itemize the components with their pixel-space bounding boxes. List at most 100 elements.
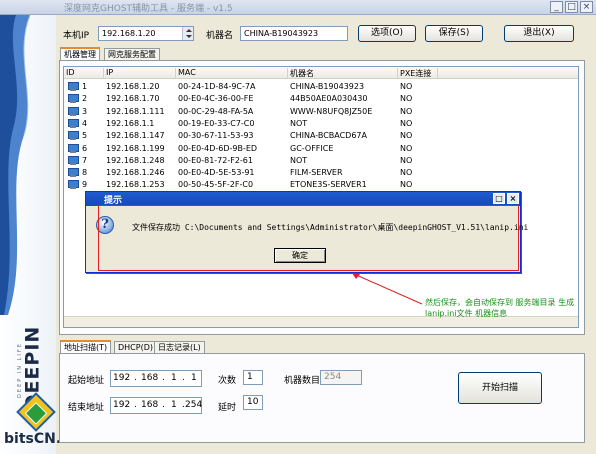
cell-ip: 192.168.1.246 [106,168,165,178]
table-row[interactable]: 8 192.168.1.246 00-E0-4D-5E-53-91 FILM-SERV… [64,167,578,179]
cell-mac: 00-30-67-11-53-93 [178,131,254,141]
cell-ip: 192.168.1.253 [106,180,165,190]
cell-id: 3 [82,106,88,116]
cell-id: 6 [82,143,88,153]
table-row[interactable]: 2 192.168.1.70 00-E0-4C-36-00-FE 44B50AE0A0… [64,93,578,105]
table-row[interactable]: 4 192.168.1.1 00-19-E0-33-C7-C0 NOT NO [64,118,578,130]
close-button[interactable]: × [580,1,593,13]
end-ip-octet-4: 254 [185,400,203,410]
exit-button[interactable]: 退出(X) [504,25,574,42]
annotation-line-1: 然后保存，会自动保存到 服务端目录 生成 [425,298,575,307]
computer-icon [67,155,79,165]
side-banner: DEEPIN DEEP IN LIFE [0,15,56,454]
local-ip-spin-icon[interactable] [182,27,193,40]
col-pxe[interactable]: PXE连接 [398,68,438,78]
table-row[interactable]: 1 192.168.1.20 00-24-1D-84-9C-7A CHINA-B190… [64,81,578,93]
computer-icon [67,94,79,104]
cell-name: ETONE3S-SERVER1 [290,180,367,190]
col-machine-name[interactable]: 机器名 [288,68,398,78]
end-ip-input[interactable]: 192 . 168 . 1 . 254 [110,397,202,414]
local-ip-label: 本机IP [63,31,90,41]
computer-icon [67,131,79,141]
computer-icon [67,106,79,116]
machines-count-label: 机器数目 [284,376,321,386]
cell-pxe: NO [400,82,413,91]
end-ip-octet-2: 168 [141,400,159,410]
brand-tagline: DEEP IN LIFE [16,342,23,398]
count-field[interactable]: 1 [243,370,263,385]
end-ip-octet-1: 192 [113,400,131,410]
annotation-arrow [352,273,423,305]
annotation-line-2: lanip.ini文件 机器信息 [425,309,508,318]
save-button[interactable]: 保存(S) [425,25,483,42]
annotation-note: 然后保存，会自动保存到 服务端目录 生成 lanip.ini文件 机器信息 [425,297,574,319]
cell-id: 7 [82,155,88,165]
tab-address-scan[interactable]: 地址扫描(T) [60,340,112,353]
computer-icon [67,143,79,153]
end-ip-octet-3: 1 [171,400,177,410]
cell-ip: 192.168.1.70 [106,94,160,104]
cell-name: CHINA-BCBACD67A [290,131,367,141]
cell-ip: 192.168.1.248 [106,155,165,165]
cell-pxe: NO [400,155,413,165]
cell-name: FILM-SERVER [290,168,343,178]
maximize-button[interactable]: □ [565,1,578,13]
tab-log[interactable]: 日志记录(L) [154,341,205,353]
table-row[interactable]: 5 192.168.1.147 00-30-67-11-53-93 CHINA-BCB… [64,130,578,142]
cell-pxe: NO [400,168,413,178]
col-id[interactable]: ID [64,68,104,78]
cell-mac: 00-0C-29-48-FA-5A [178,106,254,116]
cell-pxe: NO [400,118,413,128]
start-ip-input[interactable]: 192 . 168 . 1 . 1 [110,370,202,387]
cell-pxe: NO [400,143,413,153]
cell-id: 9 [82,180,88,190]
wave-decoration [0,15,31,315]
cell-pxe: NO [400,106,413,116]
cell-ip: 192.168.1.147 [106,131,165,141]
tab-machine-management[interactable]: 机器管理 [60,47,100,60]
minimize-button[interactable]: _ [550,1,563,13]
cell-id: 5 [82,131,88,141]
cell-mac: 00-24-1D-84-9C-7A [178,82,256,91]
title-bar: 深度网克GHOST辅助工具 - 服务端 - v1.5 _ □ × [0,0,596,15]
cell-mac: 00-50-45-5F-2F-C0 [178,180,254,190]
machine-name-field[interactable]: CHINA-B19043923 [240,26,348,41]
dialog-close-button[interactable]: × [507,193,519,204]
table-row[interactable]: 6 192.168.1.199 00-E0-4D-6D-9B-ED GC-OFFICE… [64,143,578,155]
computer-icon [67,168,79,178]
local-ip-value: 192.168.1.20 [102,29,156,38]
cell-ip: 192.168.1.199 [106,143,165,153]
cell-id: 4 [82,118,88,128]
cell-name: NOT [290,155,308,165]
tab-net-clone-config[interactable]: 网克服务配置 [104,48,160,60]
cell-name: WWW-N8UFQ8JZ50E [290,106,373,116]
delay-field[interactable]: 10 [243,395,263,410]
list-header: ID IP MAC 机器名 PXE连接 [64,67,578,79]
cell-ip: 192.168.1.1 [106,118,155,128]
dialog-title-bar: 提示 □ × [86,192,520,206]
computer-icon [67,180,79,190]
tab-dhcp[interactable]: DHCP(D) [114,341,157,353]
window-title: 深度网克GHOST辅助工具 - 服务端 - v1.5 [64,4,233,14]
options-button[interactable]: 选项(O) [358,25,416,42]
col-ip[interactable]: IP [104,68,176,78]
dialog-restore-button[interactable]: □ [493,193,505,204]
cell-mac: 00-E0-81-72-F2-61 [178,155,253,165]
cell-name: GC-OFFICE [290,143,334,153]
start-scan-button[interactable]: 开始扫描 [458,372,542,404]
cell-pxe: NO [400,131,413,141]
start-ip-octet-4: 1 [191,373,197,383]
cell-pxe: NO [400,94,413,104]
delay-label: 延时 [218,403,237,413]
table-row[interactable]: 7 192.168.1.248 00-E0-81-72-F2-61 NOT NO [64,155,578,167]
start-ip-octet-1: 192 [113,373,131,383]
table-row[interactable]: 9 192.168.1.253 00-50-45-5F-2F-C0 ETONE3S-S… [64,179,578,191]
cell-id: 1 [82,82,88,91]
table-row[interactable]: 3 192.168.1.111 00-0C-29-48-FA-5A WWW-N8UFQ… [64,106,578,118]
start-ip-octet-2: 168 [141,373,159,383]
cell-id: 8 [82,168,88,178]
computer-icon [67,82,79,91]
local-ip-select[interactable]: 192.168.1.20 [98,26,194,41]
col-mac[interactable]: MAC [176,68,288,78]
cell-name: NOT [290,118,308,128]
